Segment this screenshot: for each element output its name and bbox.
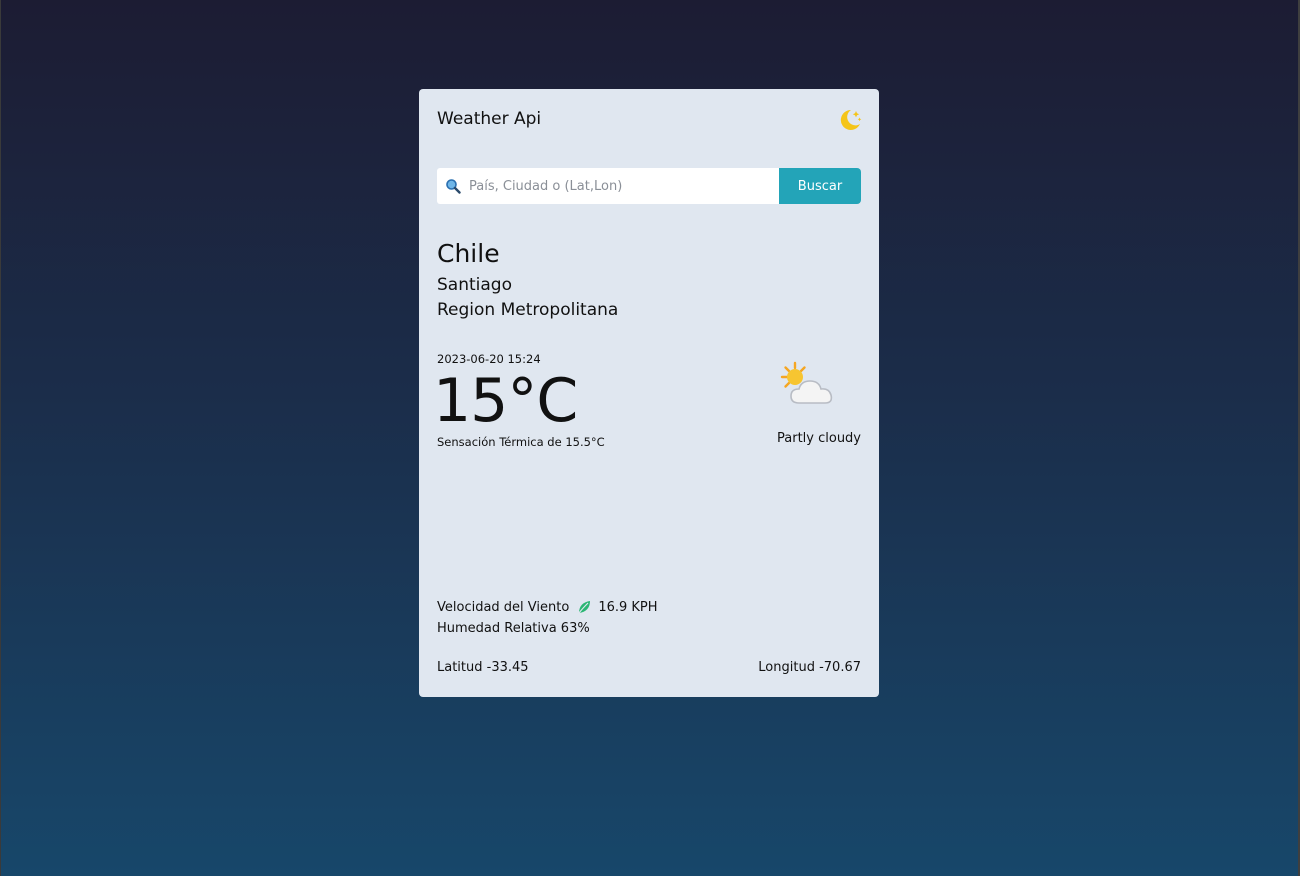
local-datetime: 2023-06-20 15:24 [437, 352, 541, 366]
theme-toggle-button[interactable] [837, 107, 863, 133]
humidity: Humedad Relativa 63% [437, 621, 590, 636]
app-title: Weather Api [437, 109, 542, 129]
search-input[interactable] [467, 177, 771, 195]
search-field[interactable] [437, 168, 779, 204]
leaf-icon [578, 601, 591, 614]
window-border-left [0, 0, 1, 876]
wind-value: 16.9 KPH [598, 599, 658, 615]
temperature: 15°C [433, 366, 578, 436]
moon-stars-icon [840, 109, 862, 130]
search-button[interactable]: Buscar [779, 168, 861, 204]
search-bar: Buscar [437, 168, 861, 204]
longitude: Longitud -70.67 [758, 660, 861, 675]
feels-like: Sensación Térmica de 15.5°C [437, 435, 605, 449]
weather-card: Weather Api Buscar Chile Santiago Region… [419, 89, 879, 697]
country-name: Chile [437, 239, 500, 268]
city-name: Santiago [437, 275, 512, 295]
wind-label: Velocidad del Viento [437, 599, 570, 615]
latitude: Latitud -33.45 [437, 660, 529, 675]
partly-cloudy-icon [780, 361, 833, 404]
wind-speed: Velocidad del Viento 16.9 KPH [437, 599, 658, 615]
search-icon [446, 179, 461, 194]
condition-text: Partly cloudy [777, 431, 861, 446]
region-name: Region Metropolitana [437, 300, 619, 320]
